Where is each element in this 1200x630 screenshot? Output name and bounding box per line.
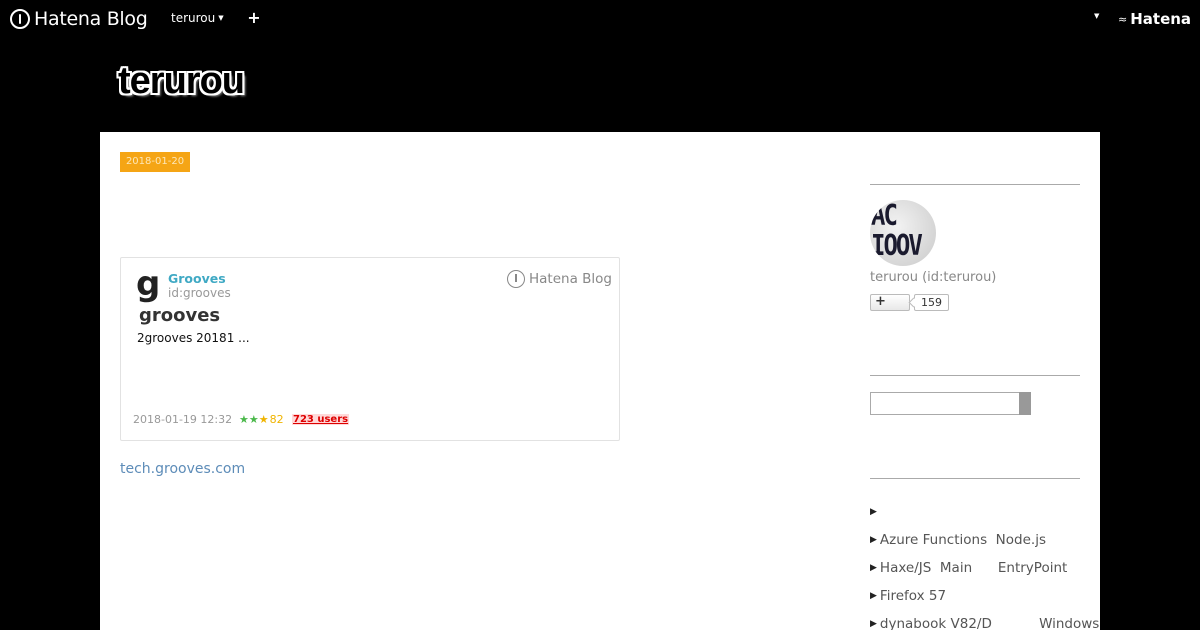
card-hatena-label: Hatena Blog	[529, 271, 612, 287]
user-menu[interactable]: terurou ▼	[171, 11, 224, 25]
triangle-right-icon: ▶	[870, 619, 877, 629]
hatena-logo[interactable]: ≈ Hatena	[1118, 10, 1191, 28]
grooves-logo-icon: g	[136, 264, 161, 304]
card-author-link[interactable]: Grooves	[168, 271, 226, 286]
embed-card[interactable]: g Grooves id:grooves Hatena Blog grooves…	[120, 257, 620, 441]
triangle-right-icon: ▶	[870, 535, 877, 545]
hatena-bird-icon: ≈	[1118, 12, 1128, 26]
card-description: 2grooves 20181 ...	[137, 331, 250, 345]
recent-item-label: dynabook V82/D Windows 10	[879, 616, 1100, 630]
star-icon-green: ★	[239, 413, 249, 426]
hatena-blog-mark-icon	[507, 270, 525, 288]
triangle-right-icon: ▶	[870, 563, 877, 573]
card-author-id: id:grooves	[168, 286, 231, 300]
triangle-right-icon: ▶	[870, 507, 877, 517]
avatar[interactable]: AC IOOV	[870, 200, 936, 266]
profile-name[interactable]: terurou (id:terurou)	[870, 270, 996, 285]
sidebar-divider	[870, 375, 1080, 376]
list-item[interactable]: ▶ Azure Functions Node.js	[870, 526, 1100, 554]
recent-item-label: Haxe/JS Main EntryPoint	[879, 560, 1068, 576]
sidebar-divider	[870, 478, 1080, 479]
brand-text: Hatena Blog	[34, 8, 148, 30]
card-hatena-blog-logo[interactable]: Hatena Blog	[507, 270, 612, 288]
notifications-caret-icon[interactable]: ▼	[1094, 12, 1099, 20]
follower-count: 159	[914, 294, 949, 311]
recent-item-label: Azure Functions Node.js	[879, 532, 1046, 548]
user-menu-name: terurou	[171, 11, 216, 25]
star-icon-green: ★	[248, 413, 259, 426]
search-button[interactable]	[1019, 392, 1031, 415]
list-item[interactable]: ▶ Haxe/JS Main EntryPoint	[870, 554, 1100, 582]
recent-item-label: Firefox 57	[879, 588, 947, 604]
triangle-right-icon: ▶	[870, 591, 877, 601]
card-title[interactable]: grooves	[139, 305, 220, 326]
entry-date-badge[interactable]: 2018-01-20	[120, 152, 190, 172]
main-content: 2018-01-20 g Grooves id:grooves Hatena B…	[100, 132, 1100, 630]
caret-down-icon: ▼	[218, 14, 224, 22]
source-link[interactable]: tech.grooves.com	[120, 461, 245, 477]
card-date: 2018-01-19 12:32	[133, 413, 233, 426]
hatena-blog-mark-icon	[10, 9, 30, 29]
sidebar-divider	[870, 184, 1080, 185]
recent-entries-list: ▶ ▶ Azure Functions Node.js ▶ Haxe/JS Main…	[870, 498, 1100, 630]
blog-title[interactable]: terurou	[118, 60, 245, 103]
avatar-image-text: AC IOOV	[871, 200, 923, 263]
star-count: 82	[269, 413, 284, 426]
list-item[interactable]: ▶ dynabook V82/D Windows 10	[870, 610, 1100, 630]
star-icon-orange: ★	[258, 413, 269, 426]
bookmark-users-badge[interactable]: 723 users	[292, 414, 350, 425]
list-item[interactable]: ▶	[870, 498, 1100, 526]
search-input[interactable]	[870, 392, 1020, 415]
hatena-logo-text: Hatena	[1130, 10, 1192, 28]
card-stars[interactable]: ★ ★ ★ 82	[239, 413, 284, 426]
list-item[interactable]: ▶ Firefox 57	[870, 582, 1100, 610]
global-header: Hatena Blog terurou ▼ + ▼ ≈ Hatena	[0, 0, 1200, 38]
follow-button[interactable]: +	[870, 294, 910, 311]
hatena-blog-logo[interactable]: Hatena Blog	[10, 7, 148, 31]
new-post-button[interactable]: +	[246, 8, 262, 28]
